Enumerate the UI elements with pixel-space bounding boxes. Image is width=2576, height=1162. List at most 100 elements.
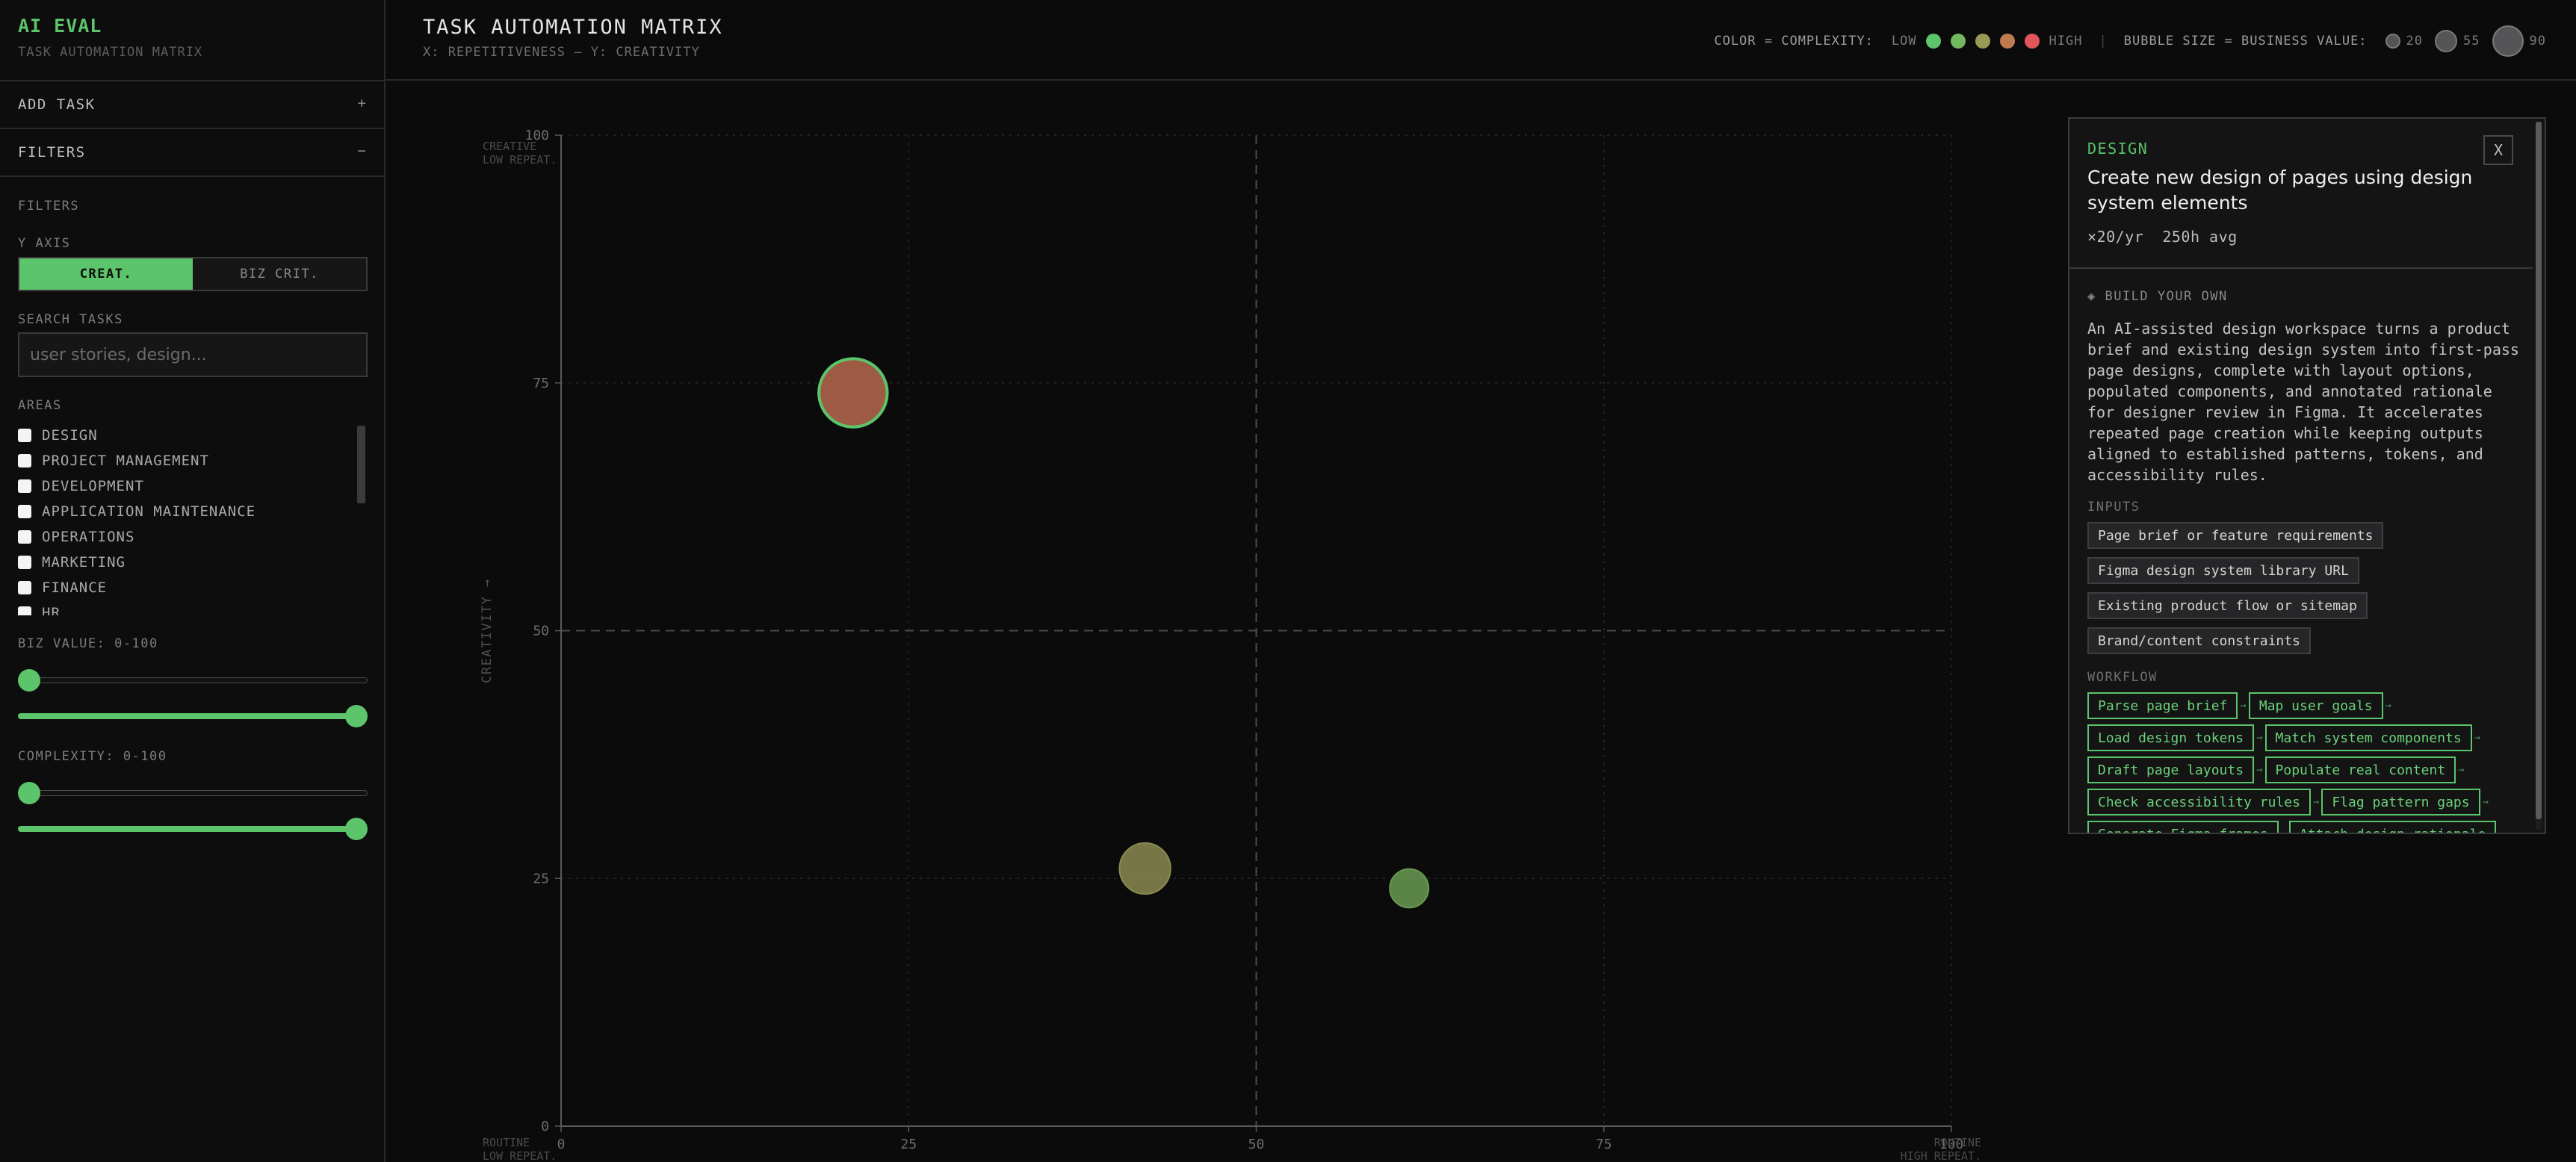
size-value-large: 90 (2529, 34, 2546, 49)
y-axis-option-biz-critical[interactable]: BIZ CRIT. (193, 258, 366, 290)
checkbox[interactable] (18, 581, 31, 594)
workflow-step[interactable]: Draft page layouts (2087, 756, 2255, 783)
checkbox[interactable] (18, 505, 31, 518)
workflow-step[interactable]: Match system components (2264, 724, 2472, 751)
size-circle-small (2385, 34, 2400, 49)
arrow-icon: → (2312, 796, 2320, 808)
areas-scrollbar[interactable] (357, 426, 365, 503)
checkbox[interactable] (18, 530, 31, 544)
quadrant-label: CREATIVE (483, 140, 536, 153)
filters-toggle-button[interactable]: FILTERS − (0, 129, 384, 175)
add-task-button[interactable]: ADD TASK + (0, 81, 384, 128)
panel-scrollbar[interactable] (2536, 122, 2542, 830)
complexity-min-slider[interactable] (18, 782, 368, 804)
input-chip: Page brief or feature requirements (2087, 522, 2384, 549)
area-item-finance[interactable]: FINANCE (18, 575, 368, 600)
data-point[interactable] (1118, 842, 1171, 895)
workflow-step[interactable]: Map user goals (2248, 692, 2383, 719)
size-circle-large (2492, 25, 2524, 57)
workflow-step[interactable]: Attach design rationale (2289, 821, 2497, 833)
area-item-application-maintenance[interactable]: APPLICATION MAINTENANCE (18, 499, 368, 524)
close-button[interactable]: X (2483, 135, 2513, 165)
task-title: Create new design of pages using design … (2087, 167, 2473, 214)
area-item-marketing[interactable]: MARKETING (18, 550, 368, 575)
checkbox[interactable] (18, 606, 31, 615)
size-value-medium: 55 (2463, 34, 2480, 49)
complexity-max-slider[interactable] (18, 818, 368, 840)
y-tick-label: 25 (533, 871, 549, 886)
area-item-hr[interactable]: HR (18, 600, 368, 615)
quadrant-label: ROUTINE (1934, 1136, 1981, 1149)
area-item-design[interactable]: DESIGN (18, 423, 368, 448)
complexity-dot-5 (2024, 34, 2040, 49)
y-tick-label: 0 (541, 1119, 549, 1134)
input-chip: Existing product flow or sitemap (2087, 592, 2368, 619)
slider-handle[interactable] (345, 818, 368, 840)
task-description: An AI-assisted design workspace turns a … (2087, 320, 2519, 484)
y-tick-label: 50 (533, 624, 549, 639)
area-item-operations[interactable]: OPERATIONS (18, 524, 368, 550)
input-chip: Figma design system library URL (2087, 557, 2359, 584)
legend-color-label: COLOR = COMPLEXITY: (1714, 34, 1874, 49)
legend: COLOR = COMPLEXITY: LOW HIGH | BUBBLE SI… (1714, 25, 2546, 57)
arrow-icon: → (2280, 828, 2288, 834)
workflow-step[interactable]: Generate Figma frames (2087, 821, 2279, 833)
arrow-icon: → (2256, 732, 2263, 744)
checkbox[interactable] (18, 556, 31, 569)
legend-low: LOW (1891, 34, 1917, 49)
slider-handle[interactable] (18, 782, 40, 804)
area-label: HR (42, 605, 61, 615)
complexity-dot-4 (1999, 34, 2015, 49)
header: TASK AUTOMATION MATRIX X: REPETITIVENESS… (386, 0, 2576, 81)
areas-list: DESIGN PROJECT MANAGEMENT DEVELOPMENT AP… (18, 423, 368, 615)
sidebar: AI EVAL TASK AUTOMATION MATRIX ADD TASK … (0, 0, 386, 1162)
workflow-step[interactable]: Flag pattern gaps (2321, 789, 2480, 815)
filters-heading: FILTERS (18, 199, 80, 214)
biz-value-max-slider[interactable] (18, 705, 368, 727)
workflow-step[interactable]: Populate real content (2264, 756, 2456, 783)
divider (2069, 267, 2533, 269)
data-point[interactable] (1389, 868, 1430, 909)
y-axis-label: Y AXIS (18, 236, 71, 251)
complexity-label: COMPLEXITY: 0-100 (18, 749, 167, 764)
arrow-icon: → (2474, 732, 2481, 744)
legend-separator: | (2099, 34, 2108, 49)
workflow-step[interactable]: Check accessibility rules (2087, 789, 2311, 815)
area-label: APPLICATION MAINTENANCE (42, 503, 256, 520)
arrow-icon: → (2240, 700, 2247, 712)
task-category: DESIGN (2087, 140, 2149, 158)
quadrant-label: ROUTINE (483, 1136, 530, 1149)
checkbox[interactable] (18, 479, 31, 493)
quadrant-label: LOW REPEAT. (483, 1149, 557, 1162)
workflow-step[interactable]: Parse page brief (2087, 692, 2238, 719)
y-axis-option-creativity[interactable]: CREAT. (19, 258, 193, 290)
y-axis-title: CREATIVITY → (480, 578, 495, 683)
area-item-development[interactable]: DEVELOPMENT (18, 473, 368, 499)
workflow-row: Generate Figma frames → Attach design rat… (2087, 821, 2497, 834)
size-value-small: 20 (2406, 34, 2424, 49)
y-tick-label: 75 (533, 376, 549, 391)
area-item-project-management[interactable]: PROJECT MANAGEMENT (18, 448, 368, 473)
checkbox[interactable] (18, 454, 31, 467)
data-point[interactable] (817, 357, 889, 429)
workflow-step[interactable]: Load design tokens (2087, 724, 2255, 751)
workflow-row: Check accessibility rules → Flag pattern … (2087, 789, 2491, 815)
areas-label: AREAS (18, 398, 62, 413)
plus-icon: + (357, 95, 366, 111)
filters-label: FILTERS (18, 144, 86, 161)
x-tick-label: 0 (557, 1137, 566, 1152)
biz-value-min-slider[interactable] (18, 669, 368, 692)
slider-handle[interactable] (345, 705, 368, 727)
search-input[interactable] (18, 332, 368, 377)
complexity-dot-3 (1975, 34, 1990, 49)
x-tick-label: 50 (1248, 1137, 1265, 1152)
task-meta: ×20/yr 250h avg (2087, 228, 2238, 246)
area-label: PROJECT MANAGEMENT (42, 453, 209, 469)
divider (0, 175, 384, 177)
arrow-icon: → (2385, 700, 2391, 712)
complexity-dot-1 (1925, 34, 1941, 49)
slider-handle[interactable] (18, 669, 40, 692)
checkbox[interactable] (18, 429, 31, 442)
complexity-dot-2 (1950, 34, 1966, 49)
scrollbar-thumb[interactable] (2536, 122, 2542, 819)
